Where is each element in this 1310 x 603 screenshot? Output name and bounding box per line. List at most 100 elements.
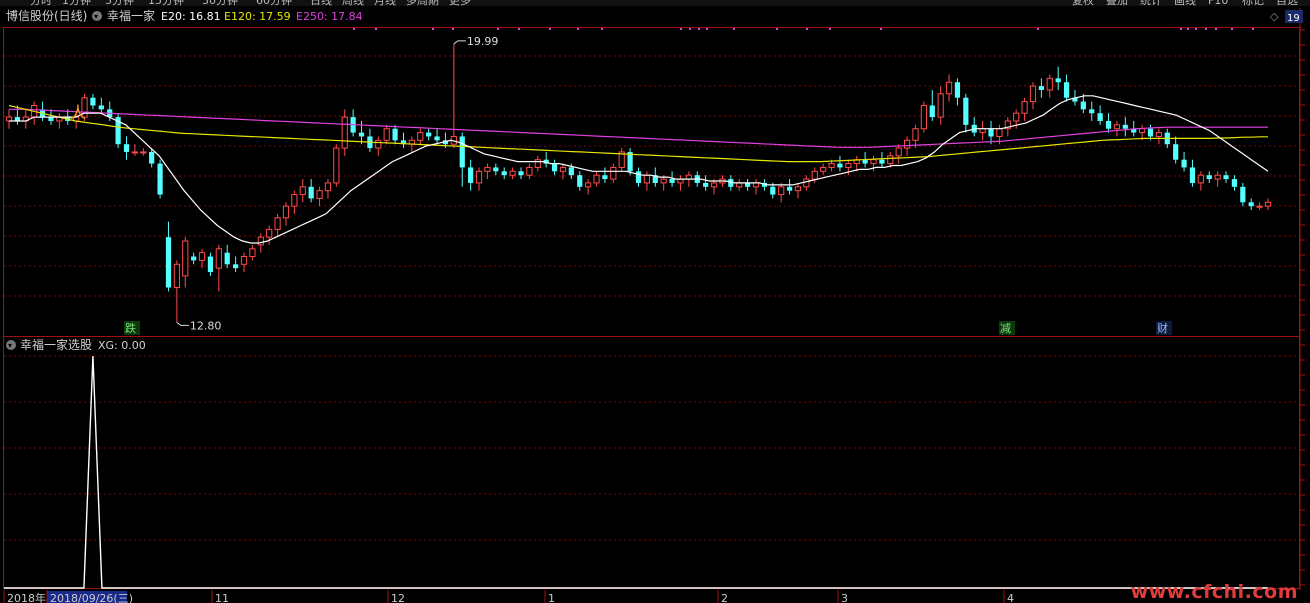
signal-dot bbox=[497, 28, 499, 30]
toolbar-item[interactable]: 多周期 bbox=[406, 0, 439, 7]
main-gridlines bbox=[4, 29, 1305, 586]
candle-body-up bbox=[828, 163, 835, 168]
candle-body-down bbox=[1063, 82, 1070, 98]
candle-body-down bbox=[207, 256, 214, 273]
candle-body-down bbox=[358, 132, 365, 137]
toolbar-item[interactable]: 标记 bbox=[1242, 0, 1264, 7]
toolbar-item[interactable]: 周线 bbox=[342, 0, 364, 7]
toolbar-item[interactable]: 分时 bbox=[30, 0, 52, 7]
candle-body-up bbox=[996, 128, 1003, 137]
candle-body-up bbox=[417, 132, 424, 141]
candle-body-down bbox=[224, 252, 230, 265]
candle-body-down bbox=[468, 167, 474, 183]
svg-text:跌: 跌 bbox=[125, 321, 136, 335]
candle-body-up bbox=[198, 252, 206, 261]
time-label: 2018年 bbox=[7, 591, 46, 603]
candle-body-down bbox=[786, 186, 793, 191]
signal-dot bbox=[706, 28, 708, 30]
diamond-icon[interactable]: ◇ bbox=[1270, 10, 1279, 23]
time-label: 11 bbox=[215, 592, 229, 603]
candle-body-up bbox=[945, 81, 953, 95]
chevron-down-icon: ▾ bbox=[8, 341, 12, 350]
time-label: 2 bbox=[721, 592, 728, 603]
chart-stage: 分时 1分钟 5分钟 15分钟 30分钟 60分钟 日线 周线 月线 多周期 更多 复权 叠加 统计 画线 F… bbox=[0, 0, 1310, 603]
toolbar-item[interactable]: 叠加 bbox=[1106, 0, 1128, 7]
right-edge-label: 19 bbox=[1287, 13, 1300, 24]
toolbar-item[interactable]: 15分钟 bbox=[148, 0, 184, 7]
toolbar-item[interactable]: 更多 bbox=[449, 0, 471, 7]
xg-line bbox=[4, 355, 1268, 589]
toolbar-item[interactable]: 月线 bbox=[374, 0, 396, 7]
candle-body-down bbox=[602, 175, 608, 180]
time-label: 3 bbox=[841, 592, 848, 603]
candle-body-up bbox=[375, 139, 382, 149]
indicator-name: 幸福一家 bbox=[107, 8, 155, 23]
toolbar-item[interactable]: 日线 bbox=[310, 0, 332, 7]
toolbar-item[interactable]: 统计 bbox=[1140, 0, 1162, 7]
svg-text:减: 减 bbox=[1000, 322, 1011, 335]
candle-body-up bbox=[887, 155, 894, 165]
candle-body-up bbox=[383, 128, 390, 141]
main-panel-frame bbox=[3, 27, 1300, 337]
toolbar-item[interactable]: 自选 bbox=[1276, 0, 1298, 7]
candle-body-down bbox=[770, 186, 776, 195]
candle-body-down bbox=[308, 186, 314, 199]
candle-body-up bbox=[1029, 85, 1037, 103]
candle-body-down bbox=[434, 136, 440, 141]
toolbar-item[interactable]: 5分钟 bbox=[105, 0, 134, 7]
time-axis: 2018年 2018/09/26(三) 11 12 1 2 3 4 bbox=[3, 590, 1014, 603]
candle-body-up bbox=[266, 228, 273, 238]
candle-body-down bbox=[1055, 78, 1061, 83]
signal-dot bbox=[1252, 28, 1254, 30]
candle-body-down bbox=[568, 167, 574, 176]
candle-body-up bbox=[912, 128, 919, 141]
toolbar-item[interactable]: 60分钟 bbox=[256, 0, 292, 7]
toolbar-item[interactable]: 30分钟 bbox=[202, 0, 238, 7]
candle-body-down bbox=[1231, 179, 1238, 187]
signal-dot bbox=[698, 28, 700, 30]
candle-body-up bbox=[803, 178, 810, 188]
candle-body-up bbox=[920, 104, 927, 130]
candle-body-up bbox=[903, 139, 911, 149]
toolbar-item[interactable]: 1分钟 bbox=[62, 0, 91, 7]
toolbar-item[interactable]: F10 bbox=[1208, 0, 1228, 7]
marker-jian: 减 bbox=[999, 321, 1015, 335]
candle-body-down bbox=[988, 128, 994, 137]
candle-body-down bbox=[1147, 128, 1154, 137]
signal-dot bbox=[1187, 28, 1189, 30]
candle-body-up bbox=[316, 190, 323, 199]
candle-body-down bbox=[577, 175, 583, 187]
toolbar-item[interactable]: 复权 bbox=[1072, 0, 1094, 7]
signal-dot bbox=[733, 28, 735, 30]
candle-body-down bbox=[157, 163, 163, 195]
candle-body-down bbox=[1122, 124, 1128, 129]
signal-dot bbox=[353, 28, 355, 30]
low-arrow bbox=[176, 321, 189, 326]
candle-body-down bbox=[1240, 186, 1246, 203]
candle-body-down bbox=[862, 159, 868, 164]
candle-body-up bbox=[182, 240, 189, 277]
candle-body-down bbox=[929, 105, 935, 118]
candle-body-down bbox=[1189, 167, 1196, 183]
signal-dot bbox=[577, 28, 579, 30]
ma250-label: E250: 17.84 bbox=[296, 10, 363, 23]
signal-dot bbox=[829, 28, 831, 30]
candle-body-up bbox=[870, 159, 877, 165]
candle-body-down bbox=[149, 151, 155, 164]
candle-body-down bbox=[551, 163, 558, 172]
candle-body-up bbox=[820, 166, 827, 172]
candle-body-down bbox=[954, 82, 961, 98]
candle-body-down bbox=[1097, 113, 1103, 121]
chart-svg[interactable]: 分时 1分钟 5分钟 15分钟 30分钟 60分钟 日线 周线 月线 多周期 更多 复权 叠加 统计 画线 F… bbox=[0, 0, 1310, 603]
toolbar-item[interactable]: 画线 bbox=[1174, 0, 1196, 7]
signal-dots bbox=[353, 28, 1254, 30]
toolbar-items[interactable]: 分时 1分钟 5分钟 15分钟 30分钟 60分钟 日线 周线 月线 多周期 更多 复权 叠加 统计 画线 F… bbox=[30, 0, 1298, 7]
candle-body-up bbox=[299, 186, 306, 196]
signal-dot bbox=[601, 28, 603, 30]
marker-cai: 财 bbox=[1156, 321, 1172, 335]
high-arrow bbox=[453, 40, 466, 45]
signal-dot bbox=[1231, 28, 1233, 30]
time-label: 12 bbox=[391, 592, 405, 603]
candle-body-up bbox=[1256, 205, 1263, 208]
candle-body-down bbox=[90, 97, 96, 106]
